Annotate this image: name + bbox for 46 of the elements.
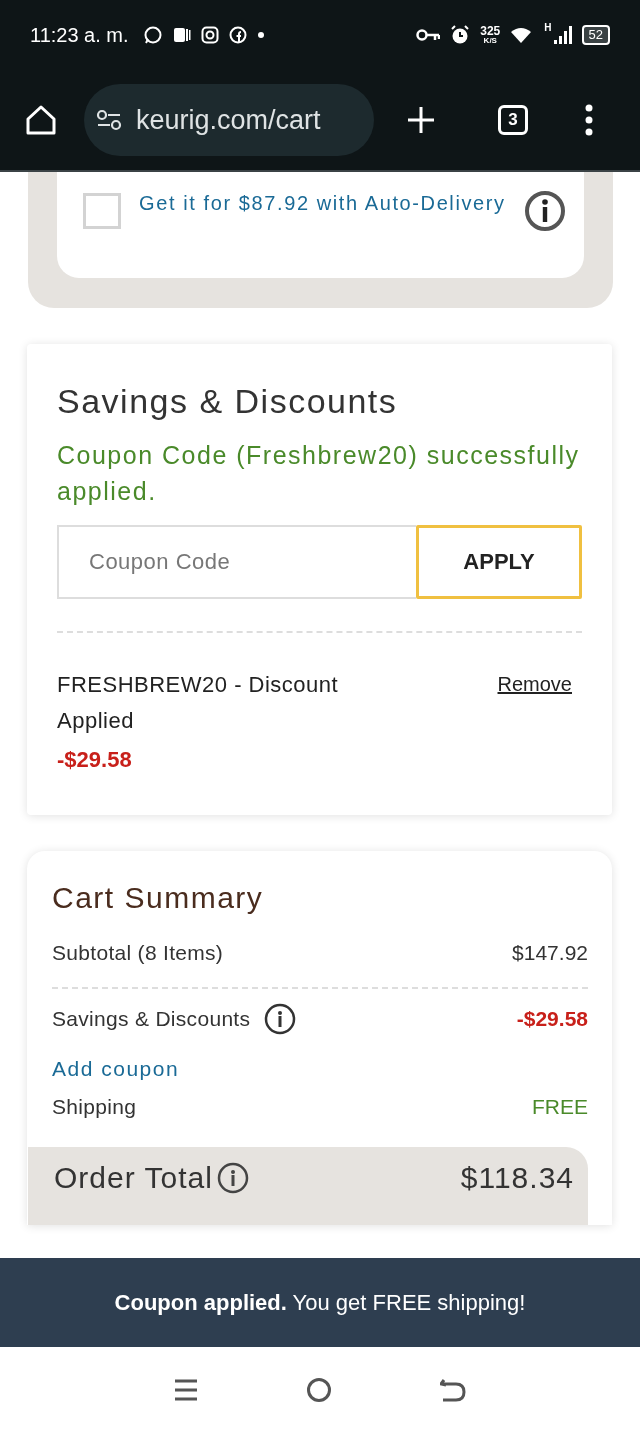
info-icon[interactable] <box>524 190 566 232</box>
address-bar[interactable]: keurig.com/cart <box>84 84 374 156</box>
add-coupon-link[interactable]: Add coupon <box>52 1057 180 1081</box>
home-icon[interactable] <box>24 103 58 137</box>
status-time: 11:23 a. m. <box>30 23 129 47</box>
success-message: Coupon Code (Freshbrew20) successfully applied. <box>57 440 581 507</box>
social-icon <box>228 26 247 44</box>
info-icon[interactable] <box>264 1003 297 1035</box>
site-settings-icon[interactable] <box>96 109 122 131</box>
section-title: Cart Summary <box>52 881 265 915</box>
back-icon[interactable] <box>440 1378 466 1402</box>
url-text: keurig.com/cart <box>136 104 321 136</box>
auto-delivery-label[interactable]: Get it for $87.92 with Auto-Delivery <box>139 186 506 220</box>
network-speed: 325 <box>480 25 501 37</box>
remove-link[interactable]: Remove <box>497 673 572 696</box>
order-total-value: $118.34 <box>460 1161 574 1195</box>
new-tab-icon[interactable] <box>406 105 436 135</box>
network-type: H <box>544 22 552 33</box>
camera-icon <box>200 26 219 44</box>
signal-icon <box>553 26 572 44</box>
summary-value: FREE <box>532 1095 588 1119</box>
info-icon[interactable] <box>216 1162 249 1194</box>
home-button-icon[interactable] <box>306 1377 332 1403</box>
summary-label: Shipping <box>52 1095 137 1119</box>
tab-count-button[interactable]: 3 <box>498 105 528 135</box>
recent-apps-icon[interactable] <box>174 1378 198 1402</box>
speed-unit: K/S <box>483 37 497 45</box>
dot-icon <box>256 31 265 39</box>
summary-label: Savings & Discounts <box>52 1007 251 1031</box>
discount-amount: -$29.58 <box>57 747 133 773</box>
coupon-code-field[interactable]: Coupon Code <box>57 525 416 599</box>
toast-message: Coupon applied. You get FREE shipping! <box>0 1258 640 1347</box>
summary-label: Subtotal (8 Items) <box>52 941 224 965</box>
summary-value: $147.92 <box>512 941 588 965</box>
apply-button[interactable]: APPLY <box>416 525 582 599</box>
auto-delivery-checkbox[interactable] <box>83 193 121 229</box>
alarm-icon <box>450 25 471 45</box>
key-icon <box>416 28 441 42</box>
discount-label: FRESHBREW20 - Discount Applied <box>57 671 340 735</box>
app-icon <box>172 26 191 44</box>
order-total-label: Order Total <box>54 1161 213 1195</box>
chat-icon <box>142 25 163 45</box>
menu-icon[interactable] <box>584 104 594 136</box>
section-title: Savings & Discounts <box>57 382 399 421</box>
battery-level: 52 <box>581 25 610 45</box>
summary-value: -$29.58 <box>516 1007 588 1031</box>
